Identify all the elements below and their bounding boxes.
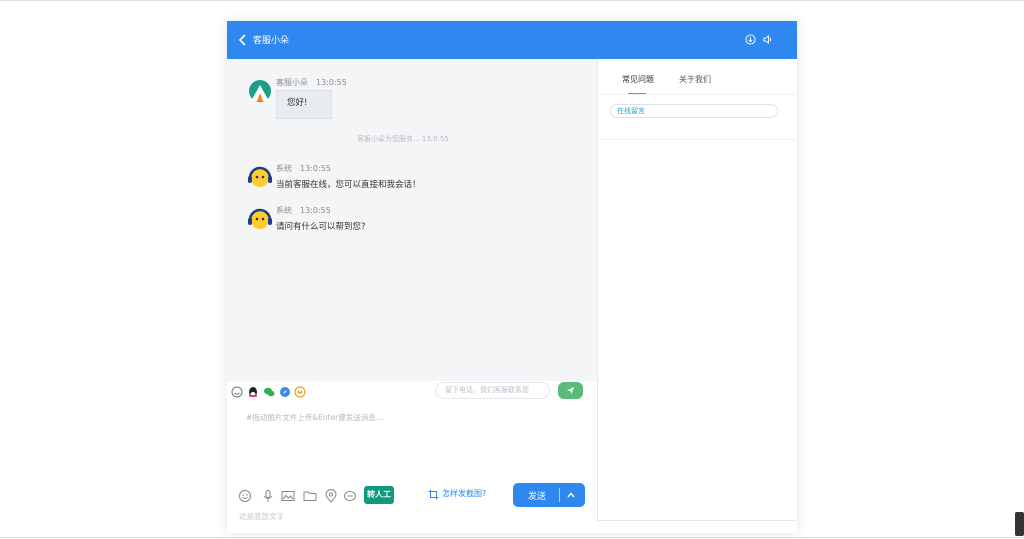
system-note: 客服小朵为您服务... 13:0:55 [357,135,449,143]
submit-phone-button[interactable] [558,382,583,399]
screenshot-help-link[interactable]: 怎样发截图? [442,488,486,499]
message-area[interactable]: 客服小朵 13:0:55 您好! 客服小朵为您服务... 13:0:55 系统 13… [227,59,597,381]
panel-divider [598,139,798,140]
side-panel: 常见问题 关于我们 在线留言 [597,59,798,521]
send-divider [559,488,560,502]
speaker-icon[interactable] [762,34,773,45]
message-input[interactable]: #拖动图片文件上传&Enter键发送消息... [246,412,383,423]
send-label: 发送 [528,492,547,502]
image-icon[interactable] [281,489,295,503]
wechat-icon[interactable] [263,386,275,398]
page-top-border [0,0,1024,1]
rating-icon[interactable] [343,489,357,503]
support-avatar [248,208,272,229]
folder-icon[interactable] [303,489,317,503]
chat-window: 客服小朵 客服小朵 13:0:55 您好! 客服小朵为您服务... 13:0:55… [227,21,798,533]
scroll-handle[interactable] [1015,512,1024,536]
crop-icon [428,489,439,500]
sender-name: 客服小朵 [276,78,308,87]
chat-title: 客服小朵 [253,36,290,46]
tab-about-us[interactable]: 关于我们 [679,74,711,85]
agent-avatar [249,80,271,102]
chevron-left-icon[interactable] [236,32,250,48]
bottom-toolbar: 转人工 怎样发截图? 发送 [227,483,597,511]
send-button[interactable]: 发送 [513,483,585,507]
qq-icon[interactable] [247,386,259,398]
microphone-icon[interactable] [261,489,275,503]
leave-message-button[interactable]: 在线留言 [610,104,778,118]
sender-name: 系统 [276,164,292,173]
download-icon[interactable] [745,34,756,45]
tab-divider [598,94,798,95]
phone-input[interactable]: 留下电话，我们客服联系您 [435,382,550,399]
page-bottom-border [0,537,1024,538]
message-time: 13:0:55 [300,164,331,173]
message-time: 13:0:55 [300,206,331,215]
message-bubble: 您好! [276,90,333,119]
message-bubble: 当前客服在线，您可以直接和我会话！ [276,180,421,190]
support-avatar [248,166,272,187]
smiley-icon[interactable] [238,489,252,503]
location-icon[interactable] [324,489,338,503]
chevron-up-icon[interactable] [566,490,576,500]
transfer-human-button[interactable]: 转人工 [364,486,394,504]
tab-faq[interactable]: 常见问题 [622,74,654,85]
crown-icon[interactable] [294,386,306,398]
compass-icon[interactable] [279,386,291,398]
paper-plane-icon [566,386,575,395]
chat-header: 客服小朵 [227,21,797,59]
sender-name: 系统 [276,206,292,215]
emoji-icon[interactable] [231,386,243,398]
quick-toolbar: 留下电话，我们客服联系您 [227,381,597,403]
message-time: 13:0:55 [316,78,347,87]
footer-text: 这是底部文字 [239,512,284,521]
message-bubble: 请问有什么可以帮到您? [276,222,366,232]
